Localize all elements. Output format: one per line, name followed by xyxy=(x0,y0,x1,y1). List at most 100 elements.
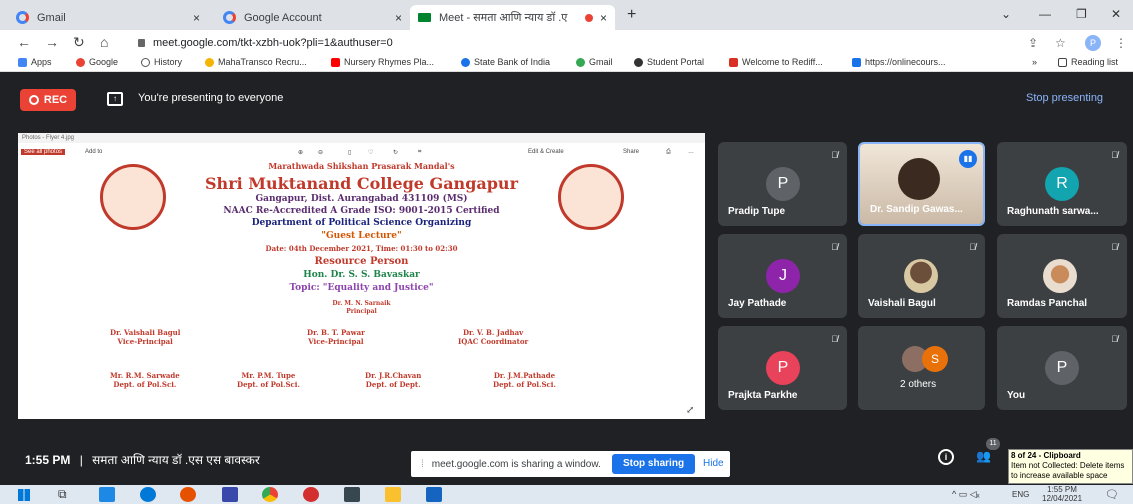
recording-badge[interactable]: REC xyxy=(20,89,76,111)
menu-icon[interactable]: ⋮ xyxy=(1115,36,1127,50)
bookmark-student-portal[interactable]: Student Portal xyxy=(634,57,704,67)
delete-icon[interactable]: ▯ xyxy=(348,149,351,156)
signatory: Dr. J.R.Chavan Dept. of Dept. xyxy=(365,371,422,389)
more-icon[interactable]: … xyxy=(688,149,694,155)
close-tab-icon[interactable]: × xyxy=(193,11,200,25)
bookmarks-bar: Apps Google History MahaTransco Recru...… xyxy=(0,56,1133,72)
participant-name: Jay Pathade xyxy=(728,298,787,309)
firefox-icon[interactable] xyxy=(180,487,196,502)
minimize-icon[interactable]: — xyxy=(1039,7,1051,21)
edit-create-button[interactable]: Edit & Create xyxy=(528,149,564,155)
clipboard-notification[interactable]: 8 of 24 - Clipboard Item not Collected: … xyxy=(1008,449,1133,484)
flyer-principal-name: Dr. M. N. Sarnaik xyxy=(332,300,391,307)
swayam-icon xyxy=(852,57,861,67)
close-tab-icon[interactable]: × xyxy=(600,11,607,25)
meeting-title: समता आणि न्याय डॉ .एस एस बावस्कर xyxy=(92,453,260,467)
meeting-details-icon[interactable]: i xyxy=(938,449,954,465)
signatory: Dr. J.M.Pathade Dept. of Pol.Sci. xyxy=(493,371,556,389)
bookmark-sbi[interactable]: State Bank of India xyxy=(461,57,550,67)
taskbar-clock[interactable]: 1:55 PM 12/04/2021 xyxy=(1042,485,1082,503)
restore-icon[interactable]: ❐ xyxy=(1076,7,1087,21)
participant-tile[interactable]: 🎙̸ Ramdas Panchal xyxy=(997,234,1127,318)
reload-icon[interactable]: ↻ xyxy=(73,34,85,51)
bookmark-apps[interactable]: Apps xyxy=(18,57,52,67)
participant-tile[interactable]: 🎙̸ Vaishali Bagul xyxy=(858,234,985,318)
flyer-resource-heading: Resource Person xyxy=(314,256,409,267)
address-bar-row: ← → ↻ ⌂ meet.google.com/tkt-xzbh-uok?pli… xyxy=(0,30,1133,56)
bookmark-history[interactable]: History xyxy=(141,57,182,67)
chrome-icon[interactable] xyxy=(262,487,278,502)
add-to-button[interactable]: Add to xyxy=(85,149,102,155)
expand-icon[interactable]: ⤢ xyxy=(686,405,694,416)
notification-title: 8 of 24 - Clipboard xyxy=(1011,451,1081,460)
bookmark-star-icon[interactable]: ☆ xyxy=(1055,36,1066,50)
mic-muted-icon: 🎙̸ xyxy=(831,242,838,252)
participant-tile[interactable]: 🎙̸ P Prajkta Parkhe xyxy=(718,326,847,410)
language-indicator[interactable]: ENG xyxy=(1012,490,1029,499)
url-field[interactable]: meet.google.com/tkt-xzbh-uok?pli=1&authu… xyxy=(138,33,1038,53)
drag-handle-icon[interactable]: ⁞ xyxy=(421,459,424,470)
presenting-message: You're presenting to everyone xyxy=(138,92,284,104)
portal-icon xyxy=(634,57,643,67)
task-view-icon[interactable]: ⧉ xyxy=(58,487,67,502)
hide-button[interactable]: Hide xyxy=(703,458,724,469)
bookmark-mahatransco[interactable]: MahaTransco Recru... xyxy=(205,57,307,67)
home-icon[interactable]: ⌂ xyxy=(100,34,108,50)
participant-tile-active[interactable]: ▮▮ Dr. Sandip Gawas... xyxy=(858,142,985,226)
bookmark-google[interactable]: Google xyxy=(76,57,118,67)
close-tab-icon[interactable]: × xyxy=(395,11,402,25)
windows-start-icon[interactable] xyxy=(18,489,30,501)
bookmark-onlinecourses[interactable]: https://onlinecours... xyxy=(852,57,946,67)
crop-icon[interactable]: ⌗ xyxy=(418,149,421,156)
opera-icon[interactable] xyxy=(303,487,319,502)
participant-tile[interactable]: 🎙̸ J Jay Pathade xyxy=(718,234,847,318)
signatory: Mr. R.M. Sarwade Dept. of Pol.Sci. xyxy=(110,371,180,389)
bookmark-nursery[interactable]: Nursery Rhymes Pla... xyxy=(331,57,434,67)
share-button[interactable]: Share xyxy=(623,149,639,155)
tab-search-icon[interactable]: ⌄ xyxy=(1001,7,1011,21)
forward-icon[interactable]: → xyxy=(45,34,59,50)
edge-icon[interactable] xyxy=(140,487,156,502)
participant-tile-others[interactable]: S 2 others xyxy=(858,326,985,410)
print-icon[interactable]: ⎙ xyxy=(666,149,671,156)
tab-google-account[interactable]: Google Account × xyxy=(215,5,410,30)
new-tab-icon[interactable]: + xyxy=(627,6,636,24)
participant-name: Raghunath sarwa... xyxy=(1007,206,1099,217)
shared-screen: Photos - Flyer 4.jpg See all photos Add … xyxy=(18,133,705,419)
presenting-bar: REC ↑ You're presenting to everyone Stop… xyxy=(0,72,1133,128)
windows-taskbar: ⧉ ^ ▭ ◁ₓ ENG 1:55 PM 12/04/2021 🗨 xyxy=(0,485,1133,504)
bookmark-rediff[interactable]: Welcome to Rediff... xyxy=(729,57,823,67)
mail-icon[interactable] xyxy=(99,487,115,502)
tab-meet[interactable]: Meet - समता आणि न्याय डॉ .ए × xyxy=(410,5,615,30)
close-window-icon[interactable]: ✕ xyxy=(1111,7,1121,21)
avatar: P xyxy=(766,351,800,385)
participant-tile[interactable]: 🎙̸ P Pradip Tupe xyxy=(718,142,847,226)
zoom-out-icon[interactable]: ⊖ xyxy=(318,149,323,156)
see-all-photos-button[interactable]: See all photos xyxy=(21,149,66,155)
profile-avatar[interactable]: P xyxy=(1085,35,1101,51)
stop-sharing-button[interactable]: Stop sharing xyxy=(612,454,695,474)
more-bookmarks-icon[interactable]: » xyxy=(1032,57,1037,67)
avatar: S xyxy=(922,346,948,372)
share-icon[interactable]: ⇪ xyxy=(1028,36,1038,50)
favorite-icon[interactable]: ♡ xyxy=(368,149,373,156)
stop-presenting-button[interactable]: Stop presenting xyxy=(1026,92,1103,104)
back-icon[interactable]: ← xyxy=(17,34,31,50)
participant-tile[interactable]: 🎙̸ R Raghunath sarwa... xyxy=(997,142,1127,226)
app-icon[interactable] xyxy=(344,487,360,502)
people-icon[interactable]: 👥 xyxy=(976,449,991,463)
image-viewer-icon[interactable] xyxy=(426,487,442,502)
tab-gmail[interactable]: Gmail × xyxy=(8,5,208,30)
google-icon xyxy=(76,57,85,67)
photos-icon[interactable] xyxy=(222,487,238,502)
photos-toolbar: See all photos Add to ⊕ ⊖ ▯ ♡ ↻ ⌗ Edit &… xyxy=(18,146,705,160)
bookmark-gmail[interactable]: Gmail xyxy=(576,57,613,67)
reading-list[interactable]: Reading list xyxy=(1058,57,1118,67)
mic-muted-icon: 🎙̸ xyxy=(1111,334,1118,344)
notification-center-icon[interactable]: 🗨 xyxy=(1105,488,1119,501)
participant-tile-self[interactable]: 🎙̸ P You xyxy=(997,326,1127,410)
zoom-in-icon[interactable]: ⊕ xyxy=(298,149,303,156)
system-tray-icons[interactable]: ^ ▭ ◁ₓ xyxy=(952,489,980,500)
rotate-icon[interactable]: ↻ xyxy=(393,149,398,156)
file-explorer-icon[interactable] xyxy=(385,487,401,502)
